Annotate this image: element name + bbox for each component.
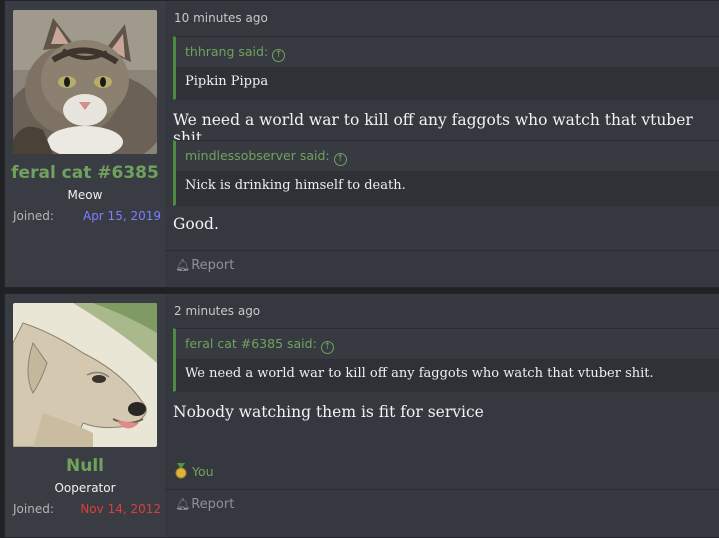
quote-block: feral cat #6385 said: ↑ We need a world w… (173, 328, 719, 392)
user-avatar[interactable] (13, 303, 157, 447)
cat-avatar-icon (13, 10, 157, 154)
reaction-bar[interactable]: You (174, 463, 214, 479)
quote-author-label[interactable]: feral cat #6385 said: (185, 336, 317, 351)
user-avatar[interactable] (13, 10, 157, 154)
dog-avatar-icon (13, 303, 157, 447)
report-label[interactable]: Report (191, 258, 234, 273)
joined-label: Joined: (13, 209, 54, 223)
post-content: 2 minutes ago feral cat #6385 said: ↑ We … (165, 294, 719, 537)
post-timestamp[interactable]: 2 minutes ago (174, 304, 260, 318)
joined-date: Apr 15, 2019 (82, 209, 161, 223)
jump-to-quote-icon[interactable]: ↑ (272, 49, 286, 62)
message-text: Good. (173, 215, 219, 233)
username[interactable]: feral cat #6385 (5, 163, 165, 183)
quote-text: We need a world war to kill off any fagg… (176, 359, 719, 392)
report-link[interactable]: 🔔︎Report (175, 497, 234, 512)
user-title: Ooperator (54, 481, 116, 495)
post-timestamp[interactable]: 10 minutes ago (174, 11, 268, 25)
message-text: Nobody watching them is fit for service (173, 403, 484, 421)
quote-author-label[interactable]: mindlessobserver said: (185, 148, 330, 163)
quote-block: thhrang said: ↑ Pipkin Pippa (173, 36, 719, 100)
post-footer-divider (165, 489, 719, 490)
user-info-panel: Null Ooperator Joined: Nov 14, 2012 (5, 294, 165, 537)
jump-to-quote-icon[interactable]: ↑ (320, 341, 334, 354)
quote-author[interactable]: feral cat #6385 said: ↑ (176, 329, 719, 359)
post: Null Ooperator Joined: Nov 14, 2012 2 mi… (4, 293, 719, 538)
quote-block: mindlessobserver said: ↑ Nick is drinking… (173, 140, 719, 206)
post-footer-divider (165, 250, 719, 251)
quote-text: Nick is drinking himself to death. (176, 171, 719, 206)
post: feral cat #6385 Meow Joined: Apr 15, 201… (4, 0, 719, 288)
report-link[interactable]: 🔔︎Report (175, 258, 234, 273)
quote-author[interactable]: thhrang said: ↑ (176, 37, 719, 67)
quote-text: Pipkin Pippa (176, 67, 719, 100)
quote-author-label[interactable]: thhrang said: (185, 44, 268, 59)
medal-icon (175, 463, 187, 479)
joined-date: Nov 14, 2012 (80, 502, 161, 516)
user-title: Meow (67, 188, 103, 202)
post-content: 10 minutes ago thhrang said: ↑ Pipkin Pip… (165, 1, 719, 287)
bell-icon: 🔔︎ (175, 497, 191, 511)
jump-to-quote-icon[interactable]: ↑ (333, 153, 347, 166)
user-info-panel: feral cat #6385 Meow Joined: Apr 15, 201… (5, 1, 165, 287)
bell-icon: 🔔︎ (175, 258, 191, 272)
report-label[interactable]: Report (191, 497, 234, 512)
reaction-label[interactable]: You (192, 464, 214, 479)
quote-author[interactable]: mindlessobserver said: ↑ (176, 141, 719, 171)
joined-label: Joined: (13, 502, 54, 516)
username[interactable]: Null (5, 456, 165, 476)
